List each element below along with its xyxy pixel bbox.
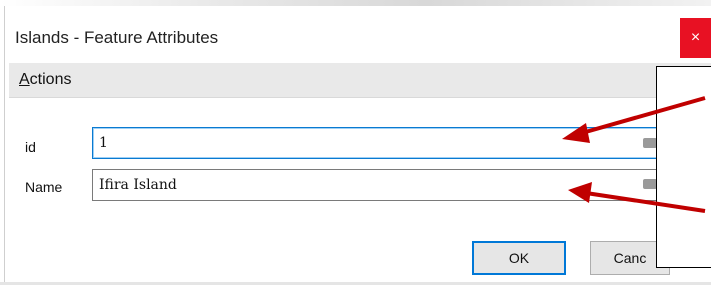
ok-button[interactable]: OK (472, 241, 566, 275)
window-title: Islands - Feature Attributes (15, 28, 219, 47)
menu-actions-label: ctions (29, 71, 72, 88)
menu-actions[interactable]: Actions (19, 71, 71, 89)
menu-actions-mnemonic: A (19, 71, 30, 88)
name-field[interactable] (92, 169, 662, 201)
clear-text-icon[interactable] (643, 179, 657, 189)
name-input[interactable] (93, 170, 661, 200)
id-field[interactable] (92, 127, 662, 159)
annotation-overlay-box (656, 66, 711, 268)
id-input[interactable] (93, 128, 661, 158)
menu-bar: Actions (9, 63, 711, 98)
id-label: id (25, 139, 36, 155)
bottom-edge (0, 282, 711, 285)
name-label: Name (25, 179, 63, 195)
clear-text-icon[interactable] (643, 138, 657, 148)
close-button[interactable]: × (680, 18, 711, 58)
